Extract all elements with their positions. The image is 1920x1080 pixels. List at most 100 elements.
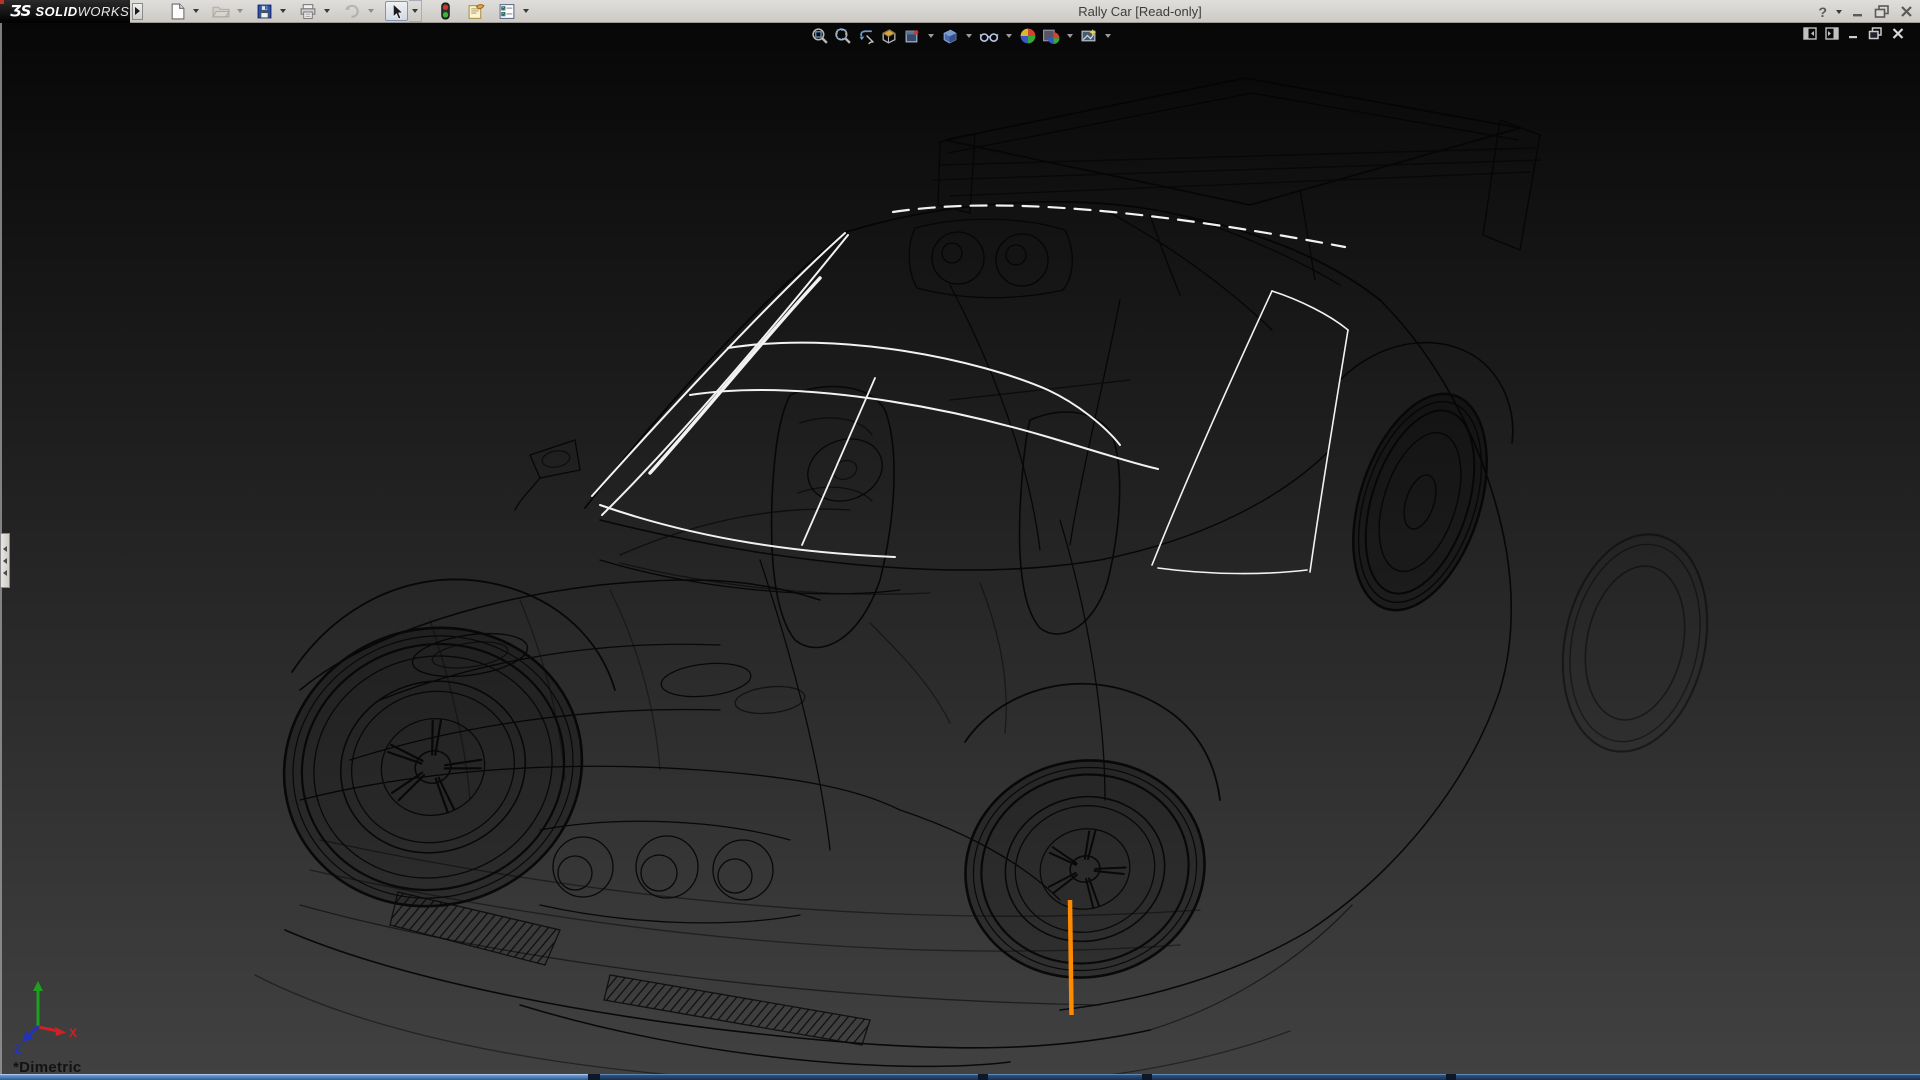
view-orientation-icon <box>903 27 921 45</box>
main-toolbar <box>167 0 540 22</box>
apply-scene-icon <box>1042 27 1060 45</box>
new-document-button[interactable] <box>167 1 188 21</box>
apply-scene-button[interactable] <box>1041 26 1061 46</box>
taskbar-segment[interactable] <box>1456 1074 1920 1080</box>
os-taskbar-edge[interactable] <box>0 1074 1920 1080</box>
print-dropdown[interactable] <box>321 1 333 21</box>
previous-view-icon <box>857 27 875 45</box>
view-orientation-button[interactable] <box>902 26 922 46</box>
dropdown-caret-icon <box>237 9 243 13</box>
zoom-to-fit-icon <box>811 27 829 45</box>
car-wireframe <box>248 78 1727 1074</box>
solidworks-logo: ƷS SOLIDWORKS <box>0 0 130 23</box>
minimize-document-button[interactable] <box>1847 27 1860 40</box>
new-document-icon <box>169 3 186 20</box>
triad-z-label: Z <box>14 1042 21 1056</box>
minimize-button[interactable] <box>1851 6 1865 18</box>
window-controls: ? <box>1818 0 1914 23</box>
previous-view-button[interactable] <box>856 26 876 46</box>
title-bar: ƷS SOLIDWORKS <box>0 0 1920 23</box>
hide-show-items-button[interactable] <box>978 26 1000 46</box>
traffic-light-icon <box>438 2 453 20</box>
select-tool-button[interactable] <box>385 1 408 21</box>
view-orientation-dropdown[interactable] <box>928 34 934 38</box>
show-left-pane-button[interactable] <box>1803 27 1817 40</box>
zoom-to-area-button[interactable] <box>833 26 853 46</box>
glasses-icon <box>979 27 999 45</box>
save-icon <box>256 3 273 20</box>
heads-up-view-toolbar <box>810 26 1114 46</box>
save-dropdown[interactable] <box>277 1 289 21</box>
collapse-arrow-icon <box>3 570 7 576</box>
solidworks-window: ƷS SOLIDWORKS <box>0 0 1920 1080</box>
file-properties-icon <box>467 3 486 20</box>
selected-edge-highlight[interactable] <box>1070 900 1072 1015</box>
new-document-dropdown[interactable] <box>190 1 202 21</box>
open-button[interactable] <box>210 1 232 21</box>
hide-show-items-dropdown[interactable] <box>1006 34 1012 38</box>
select-cursor-icon <box>388 3 405 20</box>
print-button[interactable] <box>297 1 319 21</box>
highlighted-sketch <box>592 205 1348 573</box>
dropdown-caret-icon <box>280 9 286 13</box>
feature-pane-splitter[interactable] <box>0 533 10 588</box>
restore-button[interactable] <box>1874 5 1890 18</box>
show-right-pane-button[interactable] <box>1825 27 1839 40</box>
undo-dropdown[interactable] <box>365 1 377 21</box>
options-icon <box>498 3 516 20</box>
help-dropdown-caret-icon[interactable] <box>1836 10 1842 14</box>
solidworks-logo-mark: ƷS <box>10 2 30 20</box>
taskbar-segment[interactable] <box>600 1074 978 1080</box>
solidworks-logo-text-light: WORKS <box>78 4 130 19</box>
display-style-dropdown[interactable] <box>966 34 972 38</box>
collapse-arrow-icon <box>3 546 7 552</box>
triad-x-label: X <box>69 1026 77 1040</box>
undo-button[interactable] <box>341 1 363 21</box>
close-document-button[interactable] <box>1891 27 1905 40</box>
dropdown-caret-icon <box>193 9 199 13</box>
save-button[interactable] <box>254 1 275 21</box>
wheel-front-right <box>1328 377 1511 627</box>
document-window-controls <box>1803 27 1905 40</box>
collapse-arrow-icon <box>3 558 7 564</box>
wheel-rear-right <box>1544 521 1727 765</box>
options-button[interactable] <box>496 1 518 21</box>
graphics-area[interactable]: X Z <box>0 23 1920 1074</box>
display-style-button[interactable] <box>940 26 960 46</box>
flyout-arrow-icon <box>135 7 140 15</box>
file-properties-button[interactable] <box>465 1 488 21</box>
open-dropdown[interactable] <box>234 1 246 21</box>
zoom-to-area-icon <box>834 27 852 45</box>
view-settings-button[interactable] <box>1079 26 1099 46</box>
orientation-triad[interactable]: X Z <box>14 981 77 1056</box>
display-style-icon <box>941 27 959 45</box>
dropdown-caret-icon <box>412 9 418 13</box>
view-settings-dropdown[interactable] <box>1105 34 1111 38</box>
zoom-to-fit-button[interactable] <box>810 26 830 46</box>
wheel-front-left <box>248 589 619 944</box>
apply-scene-dropdown[interactable] <box>1067 34 1073 38</box>
wheel-rear-left <box>945 738 1225 999</box>
document-title: Rally Car [Read-only] <box>1015 0 1265 23</box>
open-folder-icon <box>212 3 230 20</box>
close-button[interactable] <box>1899 5 1914 18</box>
section-view-icon <box>880 27 898 45</box>
select-tool-dropdown[interactable] <box>409 0 422 22</box>
dropdown-caret-icon <box>523 9 529 13</box>
view-settings-icon <box>1080 27 1098 45</box>
options-dropdown[interactable] <box>520 1 532 21</box>
corner-pixel <box>0 0 4 4</box>
undo-icon <box>343 3 361 20</box>
rebuild-button[interactable] <box>436 1 455 21</box>
taskbar-segment[interactable] <box>1152 1074 1446 1080</box>
solidworks-logo-text-bold: SOLID <box>35 4 77 19</box>
taskbar-segment[interactable] <box>988 1074 1142 1080</box>
restore-document-button[interactable] <box>1868 27 1883 40</box>
section-view-button[interactable] <box>879 26 899 46</box>
edit-appearance-button[interactable] <box>1018 26 1038 46</box>
model-canvas[interactable]: X Z <box>0 23 1920 1074</box>
taskbar-segment[interactable] <box>0 1074 588 1080</box>
appearance-sphere-icon <box>1019 27 1037 45</box>
menu-flyout-button[interactable] <box>132 3 143 20</box>
help-button[interactable]: ? <box>1818 4 1827 20</box>
